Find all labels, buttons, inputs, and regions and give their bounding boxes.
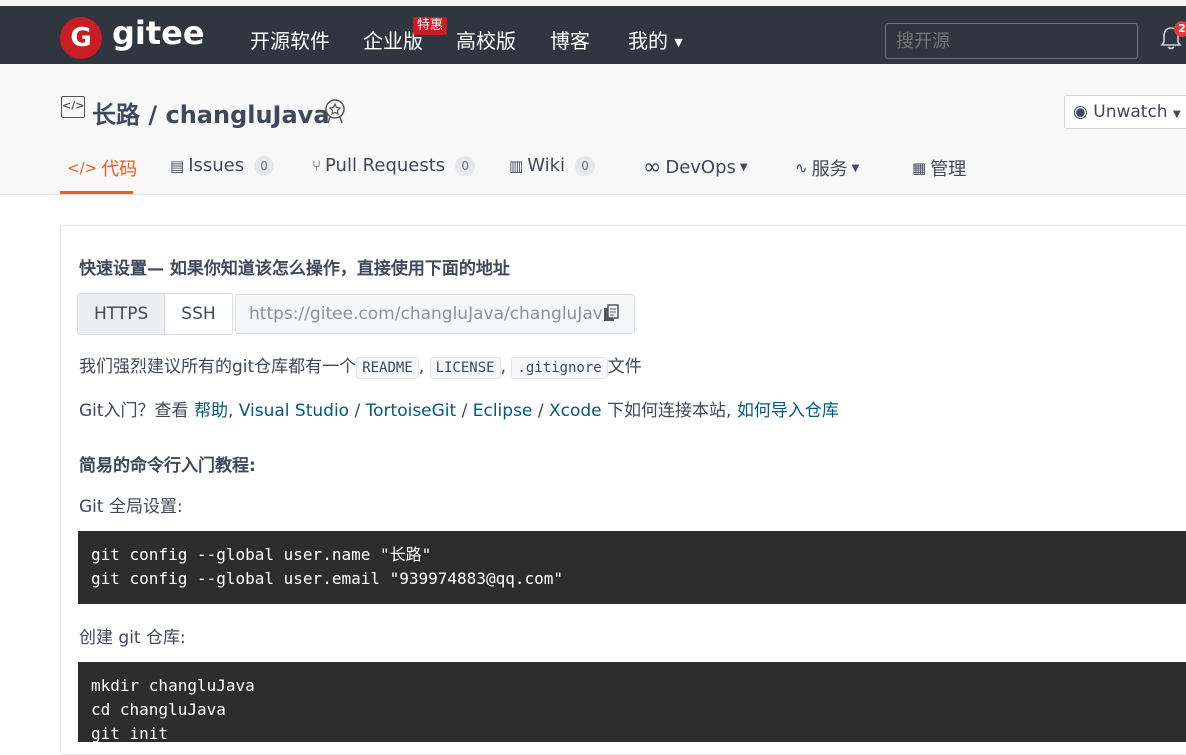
recommend-suffix: 文件: [607, 357, 642, 377]
tab-wiki-label: Wiki: [527, 155, 566, 176]
tab-pull-requests[interactable]: ⑂ Pull Requests 0: [312, 155, 476, 176]
xcode-link[interactable]: Xcode: [549, 401, 602, 421]
code-line: git config --global user.name "长路": [91, 545, 432, 564]
tab-devops[interactable]: ∞ DevOps ▼: [643, 155, 748, 180]
visual-studio-link[interactable]: Visual Studio: [239, 401, 349, 421]
help-link[interactable]: 帮助: [194, 401, 228, 421]
unwatch-label: Unwatch: [1093, 102, 1168, 122]
nav-opensource[interactable]: 开源软件: [250, 25, 330, 54]
protocol-toggle: HTTPS SSH: [77, 293, 233, 335]
pull-request-icon: ⑂: [312, 156, 322, 175]
issues-count-badge: 0: [254, 155, 275, 176]
create-repo-codeblock: mkdir changluJava cd changluJava git ini…: [78, 662, 1186, 743]
top-nav: G gitee 开源软件 企业版 特惠 高校版 博客 我的 ▼ 2: [0, 6, 1186, 64]
separator: /: [354, 401, 361, 421]
copy-icon[interactable]: [603, 304, 619, 322]
pulse-icon: ∿: [795, 159, 808, 177]
nav-mine[interactable]: 我的 ▼: [628, 25, 683, 54]
separator: ,: [500, 357, 506, 377]
pulls-count-badge: 0: [455, 155, 476, 176]
unwatch-button[interactable]: ◉ Unwatch ▼: [1064, 95, 1186, 129]
import-repo-link[interactable]: 如何导入仓库: [737, 401, 839, 421]
caret-down-icon: ▼: [1172, 109, 1181, 120]
tab-services[interactable]: ∿ 服务 ▼: [795, 155, 859, 181]
infinity-icon: ∞: [643, 155, 662, 180]
caret-down-icon: ▼: [851, 162, 860, 174]
tutorial-heading: 简易的命令行入门教程:: [79, 456, 256, 476]
clone-url-field[interactable]: https://gitee.com/changluJava/changluJav…: [235, 294, 635, 334]
code-line: git init: [91, 724, 169, 743]
https-button[interactable]: HTTPS: [78, 294, 166, 334]
intro-mid: 下如何连接本站,: [607, 401, 732, 421]
code-icon: </>: [67, 159, 98, 177]
code-line: cd changluJava: [91, 700, 226, 719]
eye-icon: ◉: [1073, 102, 1088, 122]
notification-badge: 2: [1174, 21, 1186, 37]
recommend-line: 我们强烈建议所有的git仓库都有一个 README, LICENSE, .giti…: [79, 352, 642, 379]
caret-down-icon: ▼: [674, 36, 683, 49]
caret-down-icon: ▼: [739, 162, 748, 173]
tab-issues-label: Issues: [188, 155, 245, 176]
quick-setup-heading: 快速设置— 如果你知道该怎么操作，直接使用下面的地址: [79, 259, 510, 279]
tab-code[interactable]: </> 代码: [67, 155, 137, 181]
tab-devops-label: DevOps: [665, 157, 736, 178]
medal-icon[interactable]: [323, 98, 347, 124]
code-line: mkdir changluJava: [91, 676, 255, 695]
gitee-logo-text[interactable]: gitee: [112, 14, 205, 52]
book-icon: ▥: [509, 156, 524, 175]
repo-title[interactable]: 长路 / changluJava: [92, 95, 330, 130]
code-line: git config --global user.email "93997488…: [91, 569, 564, 588]
separator: ,: [418, 357, 425, 377]
tab-code-label: 代码: [101, 159, 138, 180]
wiki-count-badge: 0: [575, 155, 596, 176]
separator: /: [461, 401, 468, 421]
create-repo-label: 创建 git 仓库:: [79, 628, 186, 648]
tab-issues[interactable]: ▤ Issues 0: [170, 155, 275, 176]
tab-pulls-label: Pull Requests: [325, 155, 446, 176]
tab-manage[interactable]: ▦ 管理: [912, 155, 966, 181]
license-chip: LICENSE: [429, 357, 501, 379]
nav-blog[interactable]: 博客: [550, 25, 590, 54]
global-settings-label: Git 全局设置:: [79, 497, 183, 517]
search-input[interactable]: [885, 23, 1138, 59]
recommend-prefix: 我们强烈建议所有的git仓库都有一个: [79, 357, 357, 377]
nav-education[interactable]: 高校版: [456, 25, 516, 54]
gitee-logo-icon[interactable]: G: [60, 17, 102, 59]
special-offer-badge: 特惠: [413, 17, 448, 35]
git-intro-line: Git入门？查看 帮助, Visual Studio / TortoiseGit…: [79, 396, 839, 421]
separator: ,: [227, 401, 234, 421]
tortoisegit-link[interactable]: TortoiseGit: [366, 401, 457, 421]
readme-chip: README: [356, 357, 419, 379]
tab-manage-label: 管理: [930, 159, 967, 180]
separator: /: [537, 401, 544, 421]
tab-wiki[interactable]: ▥ Wiki 0: [509, 155, 596, 176]
tab-services-label: 服务: [811, 159, 848, 180]
document-icon: ▦: [912, 159, 927, 177]
ssh-button[interactable]: SSH: [165, 294, 231, 334]
nav-mine-label: 我的: [628, 29, 668, 53]
code-repo-icon: </>: [61, 96, 85, 118]
intro-prefix: Git入门？查看: [79, 401, 189, 421]
eclipse-link[interactable]: Eclipse: [473, 401, 533, 421]
global-config-codeblock: git config --global user.name "长路" git c…: [78, 531, 1186, 604]
issues-icon: ▤: [170, 156, 185, 175]
active-tab-indicator: [60, 191, 133, 194]
gitignore-chip: .gitignore: [511, 357, 608, 379]
